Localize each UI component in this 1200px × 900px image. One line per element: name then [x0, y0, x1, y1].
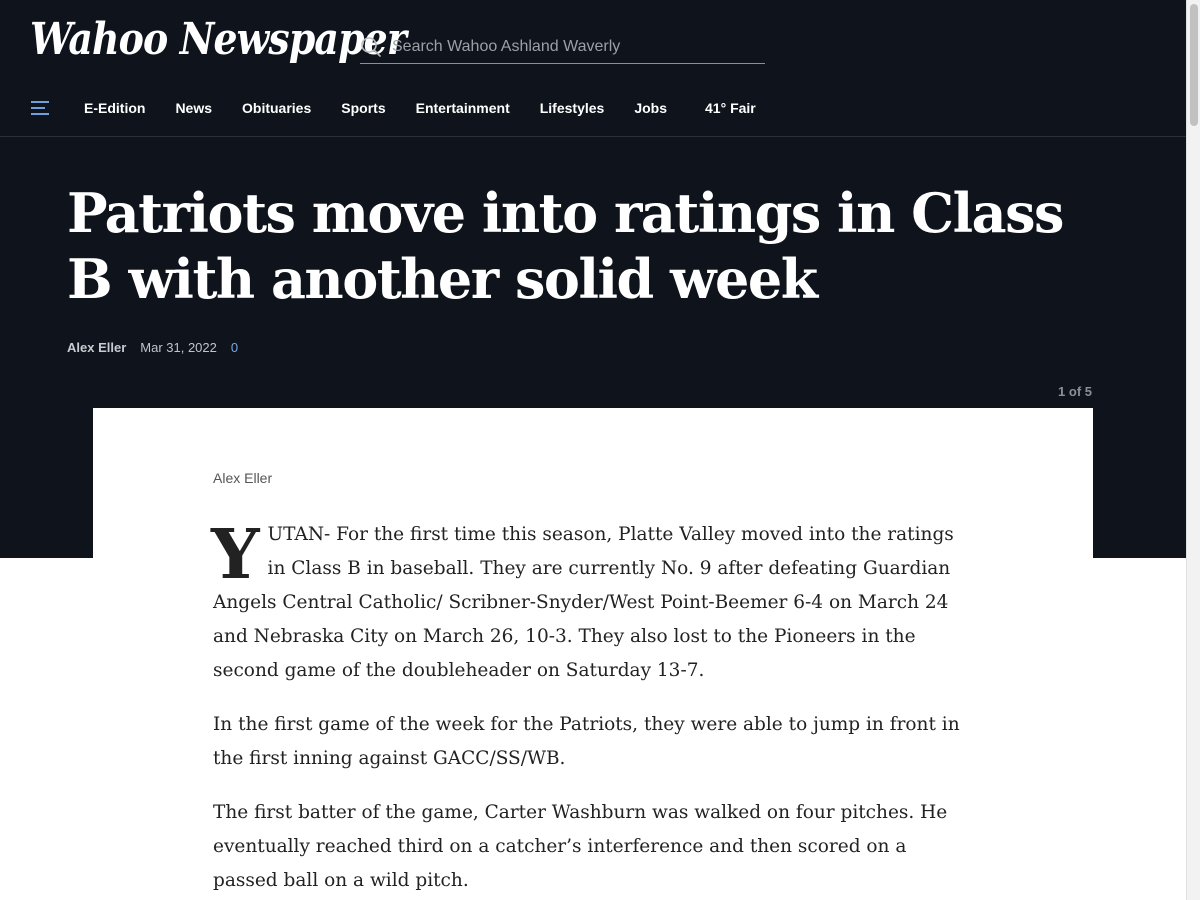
article-headline: Patriots move into ratings in Class B wi… — [67, 181, 1064, 311]
page-scrollbar[interactable] — [1186, 0, 1200, 900]
article-body: Y UTAN- For the first time this season, P… — [211, 515, 973, 900]
comment-count-link[interactable]: 0 — [231, 340, 238, 355]
scrollbar-thumb[interactable] — [1190, 4, 1198, 126]
nav-item-lifestyles[interactable]: Lifestyles — [540, 100, 605, 116]
article-paragraph: The first batter of the game, Carter Was… — [213, 802, 948, 891]
drop-cap: Y — [211, 515, 260, 595]
article-paragraph-text: UTAN- For the first time this season, Pl… — [213, 524, 954, 681]
nav-item-e-edition[interactable]: E-Edition — [84, 100, 145, 116]
search-bar[interactable] — [360, 30, 765, 64]
article-paragraph: In the first game of the week for the Pa… — [213, 714, 960, 769]
main-nav: E-Edition News Obituaries Sports Enterta… — [30, 96, 786, 120]
gallery-counter: 1 of 5 — [1058, 384, 1092, 399]
page: Wahoo Newspaper E-Edition News Obituarie… — [0, 0, 1200, 900]
nav-item-jobs[interactable]: Jobs — [634, 100, 667, 116]
byline-author-link[interactable]: Alex Eller — [67, 340, 126, 355]
article-byline: Alex Eller Mar 31, 2022 0 — [67, 340, 238, 355]
article-card: Alex Eller Y UTAN- For the first time thi… — [93, 408, 1093, 900]
article-body-author: Alex Eller — [213, 470, 273, 486]
nav-item-obituaries[interactable]: Obituaries — [242, 100, 311, 116]
byline-date: Mar 31, 2022 — [140, 340, 217, 355]
search-input[interactable] — [392, 34, 762, 60]
nav-item-sports[interactable]: Sports — [341, 100, 385, 116]
search-icon[interactable] — [360, 36, 382, 58]
nav-item-entertainment[interactable]: Entertainment — [416, 100, 510, 116]
masthead: Wahoo Newspaper E-Edition News Obituarie… — [0, 0, 1186, 137]
hamburger-menu-icon[interactable] — [30, 99, 50, 117]
site-logo[interactable]: Wahoo Newspaper — [30, 14, 407, 65]
article-paragraph: Y UTAN- For the first time this season, P… — [211, 515, 973, 688]
nav-item-news[interactable]: News — [175, 100, 212, 116]
weather-widget[interactable]: 41° Fair — [705, 100, 756, 116]
